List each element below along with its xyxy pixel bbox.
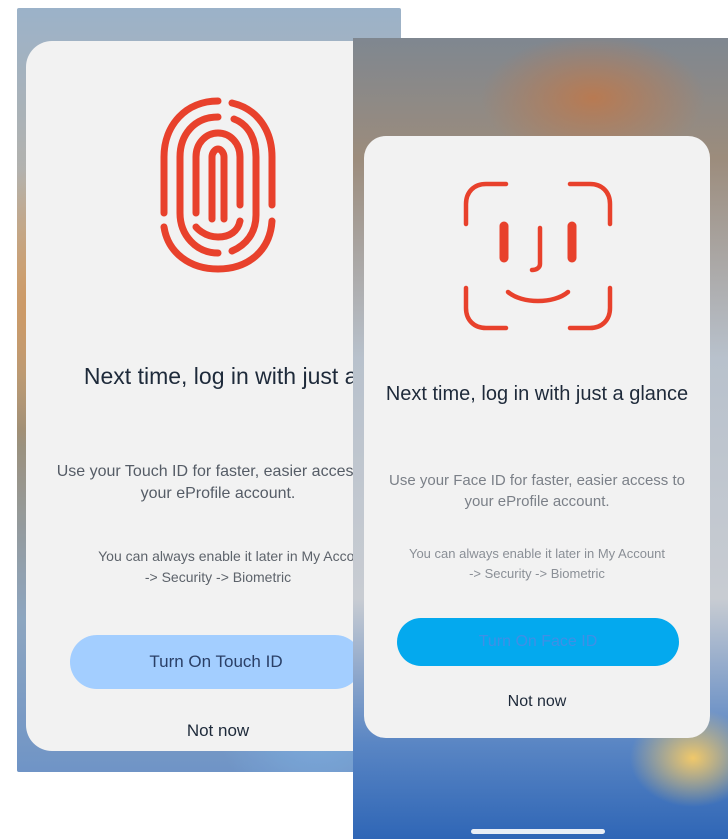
face-id-screen: Next time, log in with just a glance Use… xyxy=(353,38,728,839)
turn-on-touch-id-button[interactable]: Turn On Touch ID xyxy=(70,635,362,689)
face-id-note-line1: You can always enable it later in My Acc… xyxy=(408,546,666,561)
home-indicator[interactable] xyxy=(471,829,605,834)
face-id-note: You can always enable it later in My Acc… xyxy=(376,544,698,584)
touch-id-note-line2: -> Security -> Biometric xyxy=(144,569,292,585)
touch-id-note-line1: You can always enable it later in My Acc… xyxy=(98,548,374,564)
touch-id-title: Next time, log in with just a touch xyxy=(83,363,401,389)
touch-id-note: You can always enable it later in My Acc… xyxy=(56,546,401,588)
face-id-icon xyxy=(463,181,613,331)
face-id-description: Use your Face ID for faster, easier acce… xyxy=(389,472,685,510)
turn-on-face-id-button[interactable]: Turn On Face ID xyxy=(397,618,679,666)
touch-id-description: Use your Touch ID for faster, easier acc… xyxy=(56,463,380,502)
touch-id-dialog: Next time, log in with just a touch Use … xyxy=(26,41,401,751)
face-id-not-now-button[interactable]: Not now xyxy=(376,693,698,711)
touch-id-not-now-button[interactable]: Not now xyxy=(56,721,380,741)
face-id-note-line2: -> Security -> Biometric xyxy=(469,566,605,581)
face-id-title: Next time, log in with just a glance xyxy=(385,383,689,405)
touch-id-screen: Next time, log in with just a touch Use … xyxy=(17,8,401,772)
face-id-dialog: Next time, log in with just a glance Use… xyxy=(364,136,710,738)
fingerprint-icon xyxy=(160,97,276,273)
